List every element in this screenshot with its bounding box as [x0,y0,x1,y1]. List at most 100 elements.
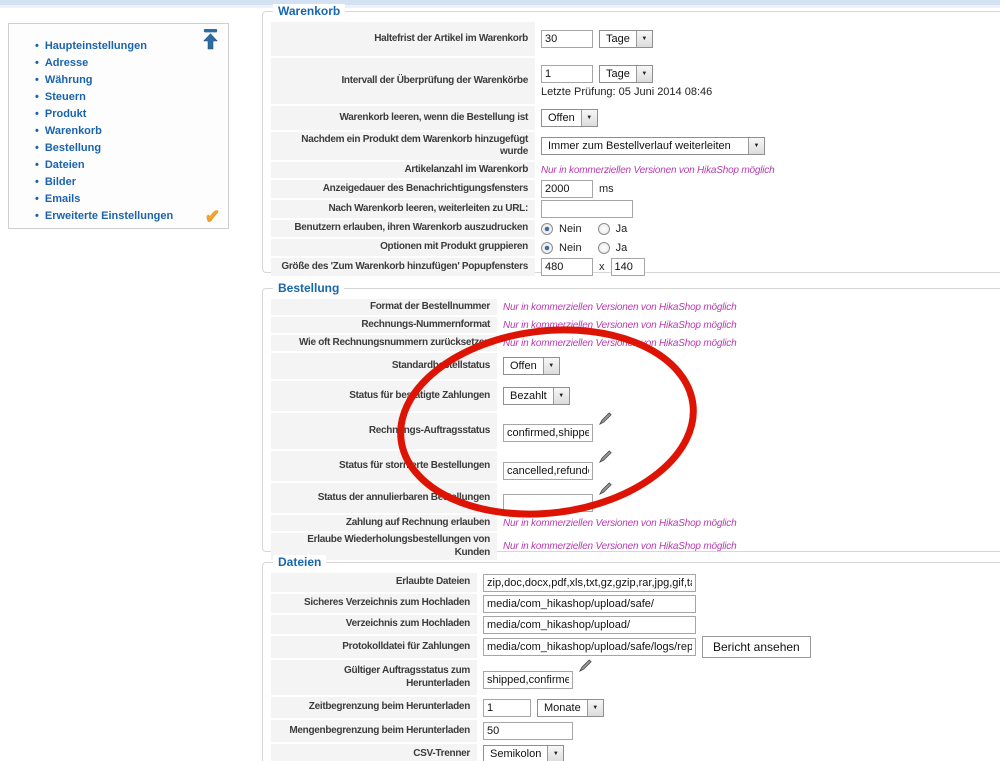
bullet-icon: • [35,74,39,86]
bullet-icon: • [35,159,39,171]
redirect-url-input[interactable] [541,200,633,218]
settings-row: Intervall der Überprüfung der Warenkörbe… [271,58,1000,104]
zeitbegrenzung-input[interactable] [483,698,531,717]
sidebar-link-erweiterte-einstellungen[interactable]: Erweiterte Einstellungen [45,210,173,222]
verzeichnis-hochladen-input[interactable] [483,615,696,634]
commercial-note: Nur in kommerziellen Versionen von HikaS… [503,337,737,349]
mengenbegrenzung-input[interactable] [483,722,573,740]
csv-trenner-select[interactable]: Semikolon ▼ [483,745,565,761]
bullet-icon: • [35,193,39,205]
settings-row: Artikelanzahl im Warenkorb Nur in kommer… [271,162,1000,178]
settings-row: Gültiger Auftragsstatus zum Herunterlade… [271,659,1000,695]
standardbestellstatus-select[interactable]: Offen ▼ [503,357,560,375]
annulierbare-bestellungen-input[interactable] [503,494,593,512]
edit-pencil-icon[interactable] [599,412,612,425]
radio-nein[interactable] [541,241,553,254]
intervall-unit-select[interactable]: Tage ▼ [599,64,653,83]
scroll-top-icon[interactable] [201,28,220,56]
erlaubte-dateien-input[interactable] [483,573,696,592]
commercial-note: Nur in kommerziellen Versionen von HikaS… [503,319,737,331]
sicheres-verzeichnis-input[interactable] [483,594,696,613]
bullet-icon: • [35,108,39,120]
sidebar-link-haupteinstellungen[interactable]: Haupteinstellungen [45,40,147,52]
field-label: Sicheres Verzeichnis zum Hochladen [271,594,477,613]
sidebar-link-warenkorb[interactable]: Warenkorb [45,125,102,137]
bullet-icon: • [35,142,39,154]
check-icon: ✔ [204,206,220,226]
sidebar-link-bilder[interactable]: Bilder [45,176,76,188]
chevron-down-icon: ▼ [635,31,652,47]
field-label: Intervall der Überprüfung der Warenkörbe [271,58,535,104]
config-menu-panel: • Haupteinstellungen • Adresse • Währung • S… [8,23,229,229]
bericht-ansehen-button[interactable]: Bericht ansehen [702,636,811,658]
haltefrist-unit-select[interactable]: Tage ▼ [599,30,653,48]
sidebar-link-waehrung[interactable]: Währung [45,74,93,86]
sidebar-link-bestellung[interactable]: Bestellung [45,142,101,154]
nach-hinzufuegen-select[interactable]: Immer zum Bestellverlauf weiterleiten ▼ [541,137,765,155]
edit-pencil-icon[interactable] [579,659,592,672]
sidebar-link-dateien[interactable]: Dateien [45,159,85,171]
settings-row: Protokolldatei für Zahlungen Bericht ans… [271,636,1000,658]
stornierte-bestellungen-input[interactable] [503,462,593,480]
bullet-icon: • [35,210,39,222]
edit-pencil-icon[interactable] [599,482,612,495]
radio-nein[interactable] [541,222,553,235]
sidebar-item-bilder: • Bilder [35,173,228,190]
settings-row: Format der Bestellnummer Nur in kommerzi… [271,299,1000,315]
commercial-note: Nur in kommerziellen Versionen von HikaS… [503,301,737,313]
edit-pencil-icon[interactable] [599,450,612,463]
anzeigedauer-input[interactable] [541,180,593,198]
popup-height-input[interactable] [610,258,645,276]
sidebar-item-produkt: • Produkt [35,105,228,122]
settings-row: Status der annulierbaren Bestellungen [271,482,1000,513]
bestaetigte-zahlungen-select[interactable]: Bezahlt ▼ [503,387,570,405]
top-bar-highlight [0,5,1000,8]
settings-row: Standardbestellstatus Offen ▼ [271,353,1000,379]
warenkorb-legend: Warenkorb [273,4,346,18]
sidebar-link-produkt[interactable]: Produkt [45,108,87,120]
field-label: Format der Bestellnummer [271,299,497,315]
settings-row: Größe des 'Zum Warenkorb hinzufügen' Pop… [271,258,1000,276]
settings-row: Verzeichnis zum Hochladen [271,615,1000,634]
settings-row: Status für bestätigte Zahlungen Bezahlt ▼ [271,381,1000,411]
dateien-legend: Dateien [273,555,327,569]
field-label: Benutzern erlauben, ihren Warenkorb ausz… [271,220,535,237]
sidebar-link-emails[interactable]: Emails [45,193,80,205]
field-label: Standardbestellstatus [271,353,497,379]
radio-ja[interactable] [597,241,610,254]
popup-width-input[interactable] [541,258,593,276]
sidebar-link-steuern[interactable]: Steuern [45,91,86,103]
field-label: Erlaubte Dateien [271,573,477,592]
sidebar-item-bestellung: • Bestellung [35,139,228,156]
commercial-note: Nur in kommerziellen Versionen von HikaS… [503,541,737,552]
hikashop-config-page: • Haupteinstellungen • Adresse • Währung • S… [0,0,1000,761]
zeitbegrenzung-unit-select[interactable]: Monate ▼ [537,698,604,717]
field-label: Rechnungs-Nummernformat [271,317,497,333]
field-label: Status der annulierbaren Bestellungen [271,483,497,513]
chevron-down-icon: ▼ [635,65,652,82]
field-label: Mengenbegrenzung beim Herunterladen [271,720,477,742]
protokolldatei-input[interactable] [483,638,696,656]
gueltiger-auftragsstatus-input[interactable] [483,671,573,689]
radio-label: Ja [615,241,628,254]
warenkorb-section: Warenkorb Haltefrist der Artikel im Ware… [262,4,1000,276]
haltefrist-input[interactable] [541,30,593,48]
bullet-icon: • [35,176,39,188]
intervall-input[interactable] [541,64,593,83]
dimension-separator: x [599,261,605,273]
settings-row: Wie oft Rechnungsnummern zurücksetzen Nu… [271,335,1000,351]
settings-row: Nachdem ein Produkt dem Warenkorb hinzug… [271,132,1000,160]
warenkorb-leeren-select[interactable]: Offen ▼ [541,109,598,127]
field-label: Artikelanzahl im Warenkorb [271,162,535,178]
field-label: Rechnungs-Auftragsstatus [271,413,497,449]
bestellung-legend: Bestellung [273,281,345,295]
settings-row: Benutzern erlauben, ihren Warenkorb ausz… [271,220,1000,237]
sidebar-link-adresse[interactable]: Adresse [45,57,88,69]
chevron-down-icon: ▼ [552,388,569,404]
sidebar-item-waehrung: • Währung [35,71,228,88]
radio-ja[interactable] [597,222,610,235]
rechnungs-auftragsstatus-input[interactable] [503,424,593,442]
radio-label: Ja [615,222,628,235]
bullet-icon: • [35,40,39,52]
field-label: Warenkorb leeren, wenn die Bestellung is… [271,106,535,130]
